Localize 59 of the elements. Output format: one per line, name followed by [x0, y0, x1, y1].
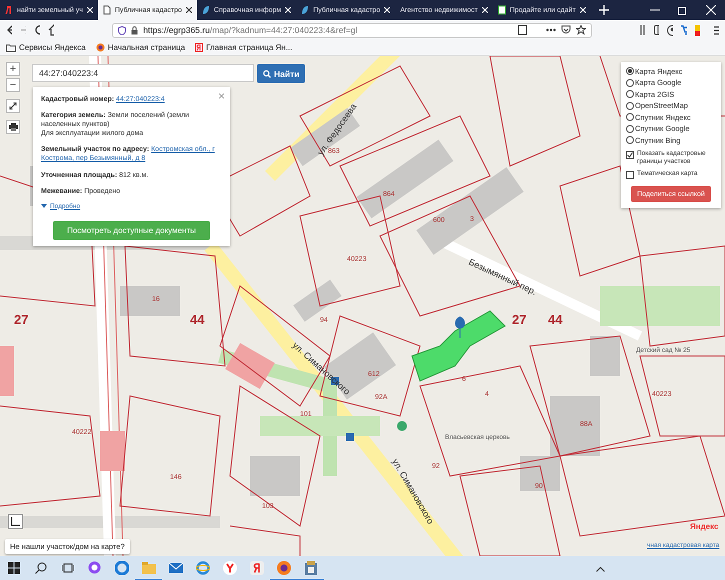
parcel-number: 27	[512, 312, 526, 327]
back-icon[interactable]	[6, 24, 12, 36]
shield-icon	[118, 26, 126, 34]
zoom-out-button[interactable]: −	[6, 78, 20, 92]
print-button[interactable]	[6, 120, 20, 134]
zoom-in-button[interactable]: +	[6, 62, 20, 76]
menu-icon[interactable]	[714, 26, 719, 34]
firefox-icon	[276, 560, 290, 574]
new-tab-icon[interactable]	[598, 5, 609, 15]
page-icon	[102, 5, 111, 15]
library-icon[interactable]	[640, 25, 646, 35]
restore-icon[interactable]	[678, 5, 688, 15]
firefox-icon	[96, 43, 105, 52]
expand-button[interactable]	[6, 99, 20, 113]
search-icon	[34, 562, 46, 574]
search-icon	[263, 70, 271, 78]
y-logo-icon	[222, 560, 236, 574]
fullscreen-button[interactable]	[8, 514, 23, 529]
reader-icon[interactable]	[518, 25, 528, 35]
chevron-icon[interactable]	[596, 566, 605, 572]
parcel-number: 44	[548, 312, 562, 327]
check-icon	[627, 152, 633, 158]
search-button[interactable]: Найти	[257, 64, 306, 83]
sidebar-icon[interactable]	[654, 25, 660, 35]
mail-icon	[168, 562, 182, 572]
caret-icon	[41, 204, 47, 208]
search-field[interactable]: 44:27:040223:4	[32, 64, 254, 82]
folder-icon	[6, 44, 16, 52]
leaf-icon	[202, 5, 210, 15]
globe-icon	[196, 560, 210, 574]
bookmark-link[interactable]: Сервисы Яндекса	[19, 43, 86, 52]
parcel-number: 44	[190, 312, 204, 327]
expand-icon	[9, 102, 17, 110]
windows-icon	[8, 562, 20, 574]
reload-icon[interactable]	[34, 24, 40, 36]
parcel-number: 27	[14, 312, 28, 327]
ring-icon	[88, 561, 101, 574]
lock-icon	[131, 26, 138, 34]
address-bar[interactable]: https://egrp365.ru/map/?kadnum=44:27:040223:4&ref=gl	[112, 22, 592, 38]
pocket-icon[interactable]	[561, 25, 572, 35]
more-icon[interactable]	[546, 28, 556, 32]
leaf-icon	[301, 5, 310, 15]
archive-icon	[304, 560, 318, 574]
bookmark-link[interactable]: Начальная страница	[108, 43, 186, 52]
close-icon[interactable]	[186, 7, 192, 13]
logo-icon	[5, 5, 13, 15]
logo-icon	[195, 43, 204, 52]
browser-icon	[250, 560, 264, 574]
folder-icon	[142, 562, 156, 574]
page-icon	[498, 5, 506, 15]
bookmark-link[interactable]: Главная страница Ян...	[206, 43, 292, 52]
cart-icon[interactable]	[680, 25, 687, 35]
bookmark-flag-icon[interactable]	[694, 24, 700, 36]
printer-icon	[8, 123, 18, 131]
star-icon[interactable]	[576, 25, 586, 35]
map-logo: Яндекс	[690, 522, 718, 531]
edge-icon	[114, 560, 128, 574]
task-view-icon	[62, 562, 74, 572]
corner-icon	[11, 517, 20, 526]
